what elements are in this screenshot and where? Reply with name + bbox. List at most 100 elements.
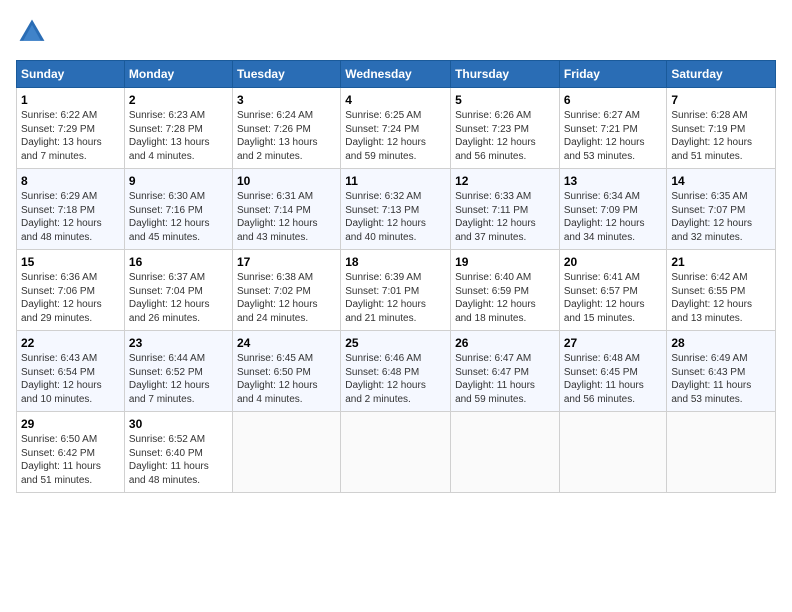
day-number: 1	[21, 93, 120, 107]
calendar-cell	[559, 412, 667, 493]
day-number: 18	[345, 255, 446, 269]
calendar-cell: 6 Sunrise: 6:27 AM Sunset: 7:21 PM Daylig…	[559, 88, 667, 169]
day-number: 16	[129, 255, 228, 269]
calendar-cell: 25 Sunrise: 6:46 AM Sunset: 6:48 PM Dayli…	[341, 331, 451, 412]
day-number: 20	[564, 255, 663, 269]
calendar-cell: 22 Sunrise: 6:43 AM Sunset: 6:54 PM Dayli…	[17, 331, 125, 412]
calendar-header-wednesday: Wednesday	[341, 61, 451, 88]
day-number: 14	[671, 174, 771, 188]
calendar-cell: 14 Sunrise: 6:35 AM Sunset: 7:07 PM Dayli…	[667, 169, 776, 250]
calendar-cell: 11Sunrise: 6:32 AM Sunset: 7:13 PM Dayli…	[341, 169, 451, 250]
calendar-cell	[341, 412, 451, 493]
day-info: Sunrise: 6:46 AM Sunset: 6:48 PM Dayligh…	[345, 352, 446, 406]
day-number: 15	[21, 255, 120, 269]
calendar-cell: 20 Sunrise: 6:41 AM Sunset: 6:57 PM Dayli…	[559, 250, 667, 331]
calendar-cell: 4Sunrise: 6:25 AM Sunset: 7:24 PM Daylig…	[341, 88, 451, 169]
day-info: Sunrise: 6:39 AM Sunset: 7:01 PM Dayligh…	[345, 271, 446, 325]
day-number: 6	[564, 93, 663, 107]
day-number: 19	[455, 255, 555, 269]
day-number: 5	[455, 93, 555, 107]
day-number: 12	[455, 174, 555, 188]
day-number: 27	[564, 336, 663, 350]
day-info: Sunrise: 6:47 AM Sunset: 6:47 PM Dayligh…	[455, 352, 555, 406]
day-number: 2	[129, 93, 228, 107]
calendar-week-row: 29 Sunrise: 6:50 AM Sunset: 6:42 PM Dayli…	[17, 412, 776, 493]
calendar-cell: 9 Sunrise: 6:30 AM Sunset: 7:16 PM Daylig…	[124, 169, 232, 250]
calendar-cell: 19 Sunrise: 6:40 AM Sunset: 6:59 PM Dayli…	[451, 250, 560, 331]
calendar-cell: 8 Sunrise: 6:29 AM Sunset: 7:18 PM Daylig…	[17, 169, 125, 250]
day-info: Sunrise: 6:50 AM Sunset: 6:42 PM Dayligh…	[21, 433, 120, 487]
calendar-cell: 13 Sunrise: 6:34 AM Sunset: 7:09 PM Dayli…	[559, 169, 667, 250]
calendar-cell: 17 Sunrise: 6:38 AM Sunset: 7:02 PM Dayli…	[232, 250, 340, 331]
logo	[16, 16, 52, 48]
day-number: 7	[671, 93, 771, 107]
day-info: Sunrise: 6:27 AM Sunset: 7:21 PM Dayligh…	[564, 109, 663, 163]
day-info: Sunrise: 6:32 AM Sunset: 7:13 PM Dayligh…	[345, 190, 446, 244]
calendar-cell: 2 Sunrise: 6:23 AM Sunset: 7:28 PM Daylig…	[124, 88, 232, 169]
calendar-cell: 28 Sunrise: 6:49 AM Sunset: 6:43 PM Dayli…	[667, 331, 776, 412]
day-number: 25	[345, 336, 446, 350]
day-info: Sunrise: 6:42 AM Sunset: 6:55 PM Dayligh…	[671, 271, 771, 325]
day-info: Sunrise: 6:38 AM Sunset: 7:02 PM Dayligh…	[237, 271, 336, 325]
day-info: Sunrise: 6:41 AM Sunset: 6:57 PM Dayligh…	[564, 271, 663, 325]
day-number: 13	[564, 174, 663, 188]
day-info: Sunrise: 6:26 AM Sunset: 7:23 PM Dayligh…	[455, 109, 555, 163]
day-number: 28	[671, 336, 771, 350]
day-info: Sunrise: 6:35 AM Sunset: 7:07 PM Dayligh…	[671, 190, 771, 244]
calendar-cell: 7Sunrise: 6:28 AM Sunset: 7:19 PM Daylig…	[667, 88, 776, 169]
day-number: 23	[129, 336, 228, 350]
day-info: Sunrise: 6:30 AM Sunset: 7:16 PM Dayligh…	[129, 190, 228, 244]
calendar-cell: 15 Sunrise: 6:36 AM Sunset: 7:06 PM Dayli…	[17, 250, 125, 331]
day-number: 9	[129, 174, 228, 188]
day-info: Sunrise: 6:43 AM Sunset: 6:54 PM Dayligh…	[21, 352, 120, 406]
calendar-cell: 10 Sunrise: 6:31 AM Sunset: 7:14 PM Dayli…	[232, 169, 340, 250]
day-number: 10	[237, 174, 336, 188]
day-number: 4	[345, 93, 446, 107]
calendar-header-sunday: Sunday	[17, 61, 125, 88]
day-info: Sunrise: 6:36 AM Sunset: 7:06 PM Dayligh…	[21, 271, 120, 325]
calendar-week-row: 1 Sunrise: 6:22 AM Sunset: 7:29 PM Daylig…	[17, 88, 776, 169]
day-number: 8	[21, 174, 120, 188]
day-number: 3	[237, 93, 336, 107]
day-info: Sunrise: 6:44 AM Sunset: 6:52 PM Dayligh…	[129, 352, 228, 406]
calendar-cell: 23 Sunrise: 6:44 AM Sunset: 6:52 PM Dayli…	[124, 331, 232, 412]
day-number: 17	[237, 255, 336, 269]
day-info: Sunrise: 6:29 AM Sunset: 7:18 PM Dayligh…	[21, 190, 120, 244]
day-info: Sunrise: 6:34 AM Sunset: 7:09 PM Dayligh…	[564, 190, 663, 244]
day-info: Sunrise: 6:49 AM Sunset: 6:43 PM Dayligh…	[671, 352, 771, 406]
day-info: Sunrise: 6:45 AM Sunset: 6:50 PM Dayligh…	[237, 352, 336, 406]
day-info: Sunrise: 6:52 AM Sunset: 6:40 PM Dayligh…	[129, 433, 228, 487]
calendar-header-saturday: Saturday	[667, 61, 776, 88]
calendar-cell: 3 Sunrise: 6:24 AM Sunset: 7:26 PM Daylig…	[232, 88, 340, 169]
calendar-cell: 5 Sunrise: 6:26 AM Sunset: 7:23 PM Daylig…	[451, 88, 560, 169]
calendar-table: SundayMondayTuesdayWednesdayThursdayFrid…	[16, 60, 776, 493]
day-number: 29	[21, 417, 120, 431]
calendar-cell: 27Sunrise: 6:48 AM Sunset: 6:45 PM Dayli…	[559, 331, 667, 412]
page-header	[16, 16, 776, 48]
calendar-cell: 24Sunrise: 6:45 AM Sunset: 6:50 PM Dayli…	[232, 331, 340, 412]
calendar-cell: 16Sunrise: 6:37 AM Sunset: 7:04 PM Dayli…	[124, 250, 232, 331]
day-info: Sunrise: 6:31 AM Sunset: 7:14 PM Dayligh…	[237, 190, 336, 244]
calendar-week-row: 15 Sunrise: 6:36 AM Sunset: 7:06 PM Dayli…	[17, 250, 776, 331]
day-info: Sunrise: 6:22 AM Sunset: 7:29 PM Dayligh…	[21, 109, 120, 163]
day-info: Sunrise: 6:40 AM Sunset: 6:59 PM Dayligh…	[455, 271, 555, 325]
calendar-cell: 30Sunrise: 6:52 AM Sunset: 6:40 PM Dayli…	[124, 412, 232, 493]
calendar-cell: 18 Sunrise: 6:39 AM Sunset: 7:01 PM Dayli…	[341, 250, 451, 331]
calendar-cell: 29 Sunrise: 6:50 AM Sunset: 6:42 PM Dayli…	[17, 412, 125, 493]
logo-icon	[16, 16, 48, 48]
calendar-header-thursday: Thursday	[451, 61, 560, 88]
calendar-cell: 1 Sunrise: 6:22 AM Sunset: 7:29 PM Daylig…	[17, 88, 125, 169]
day-info: Sunrise: 6:33 AM Sunset: 7:11 PM Dayligh…	[455, 190, 555, 244]
calendar-header-monday: Monday	[124, 61, 232, 88]
day-number: 22	[21, 336, 120, 350]
day-info: Sunrise: 6:23 AM Sunset: 7:28 PM Dayligh…	[129, 109, 228, 163]
calendar-header-row: SundayMondayTuesdayWednesdayThursdayFrid…	[17, 61, 776, 88]
day-info: Sunrise: 6:24 AM Sunset: 7:26 PM Dayligh…	[237, 109, 336, 163]
calendar-week-row: 8 Sunrise: 6:29 AM Sunset: 7:18 PM Daylig…	[17, 169, 776, 250]
calendar-cell: 12 Sunrise: 6:33 AM Sunset: 7:11 PM Dayli…	[451, 169, 560, 250]
calendar-cell	[232, 412, 340, 493]
calendar-cell	[451, 412, 560, 493]
calendar-header-tuesday: Tuesday	[232, 61, 340, 88]
calendar-cell: 21Sunrise: 6:42 AM Sunset: 6:55 PM Dayli…	[667, 250, 776, 331]
calendar-header-friday: Friday	[559, 61, 667, 88]
